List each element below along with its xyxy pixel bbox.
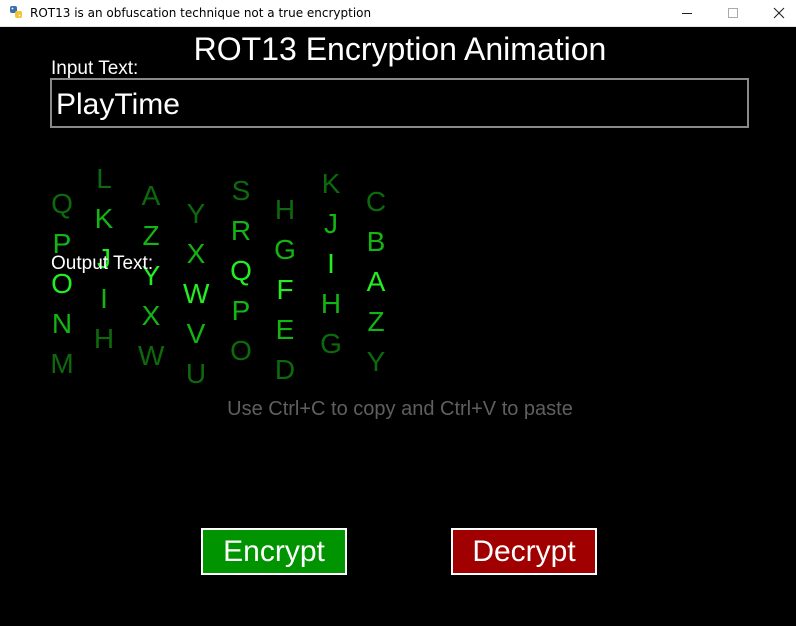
animation-letter: K xyxy=(321,168,341,199)
animation-letter: U xyxy=(185,358,207,389)
maximize-button[interactable] xyxy=(710,0,756,26)
animation-letter: H xyxy=(274,194,296,225)
minimize-button[interactable] xyxy=(664,0,710,26)
minimize-icon xyxy=(682,13,692,14)
animation-letter: H xyxy=(93,323,115,354)
animation-letter: P xyxy=(231,295,251,326)
animation-letter: Y xyxy=(186,198,206,229)
input-label: Input Text: xyxy=(51,58,139,79)
close-icon xyxy=(773,7,785,19)
input-text-field[interactable]: PlayTime xyxy=(50,78,749,128)
decrypt-button[interactable]: Decrypt xyxy=(451,528,597,575)
animation-letter: X xyxy=(141,300,161,331)
encrypt-button[interactable]: Encrypt xyxy=(201,528,347,575)
animation-letter: H xyxy=(320,288,342,319)
animation-letter: I xyxy=(327,248,335,279)
animation-letter: Z xyxy=(367,306,385,337)
animation-letter: X xyxy=(186,238,206,269)
animation-letter: R xyxy=(230,215,252,246)
close-button[interactable] xyxy=(756,0,796,26)
title-bar: ROT13 is an obfuscation technique not a … xyxy=(0,0,796,27)
animation-letter: J xyxy=(324,208,338,239)
input-text-value: PlayTime xyxy=(56,88,180,121)
animation-letter: K xyxy=(94,203,114,234)
animation-letter: S xyxy=(231,175,251,206)
animation-letter: E xyxy=(275,314,295,345)
animation-letter: I xyxy=(100,283,108,314)
animation-letter: A xyxy=(366,266,386,297)
animation-letter: N xyxy=(51,308,73,339)
animation-letter: B xyxy=(366,226,386,257)
animation-letter: G xyxy=(320,328,342,359)
animation-letter: C xyxy=(365,186,387,217)
animation-letter: L xyxy=(96,163,112,194)
maximize-icon xyxy=(728,8,738,18)
animation-letter: V xyxy=(186,318,206,349)
animation-letter: D xyxy=(274,354,296,385)
animation-letter: Y xyxy=(366,346,386,377)
animation-letter: Q xyxy=(51,188,73,219)
animation-letter: Z xyxy=(142,220,160,251)
animation-letter: W xyxy=(183,278,210,309)
animation-letter: M xyxy=(50,348,74,379)
window-title: ROT13 is an obfuscation technique not a … xyxy=(30,6,372,20)
python-app-icon xyxy=(10,6,22,18)
animation-letter: G xyxy=(274,234,296,265)
animation-letter: Q xyxy=(230,255,252,286)
animation-letter: W xyxy=(138,340,165,371)
animation-letter: A xyxy=(141,180,161,211)
output-label: Output Text: xyxy=(51,253,154,274)
animation-letter: F xyxy=(276,274,294,305)
animation-letter: O xyxy=(230,335,252,366)
copy-paste-hint: Use Ctrl+C to copy and Ctrl+V to paste xyxy=(227,398,573,420)
